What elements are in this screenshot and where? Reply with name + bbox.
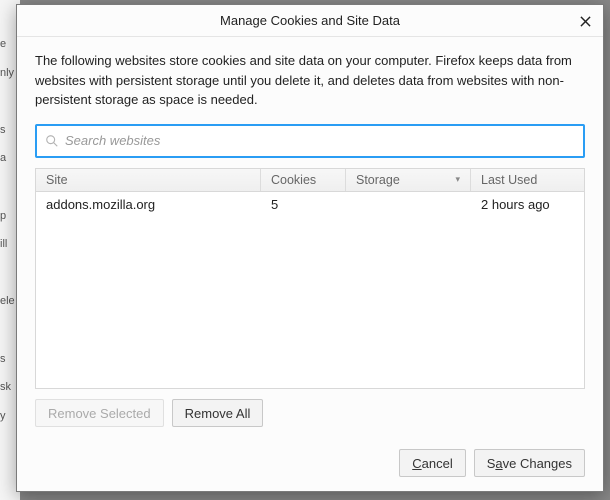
dialog-content: The following websites store cookies and… bbox=[17, 37, 603, 439]
remove-selected-button[interactable]: Remove Selected bbox=[35, 399, 164, 427]
button-label: Remove All bbox=[185, 406, 251, 421]
column-header-label: Site bbox=[46, 173, 68, 187]
close-icon bbox=[580, 16, 591, 27]
button-label: Remove Selected bbox=[48, 406, 151, 421]
manage-cookies-dialog: Manage Cookies and Site Data The followi… bbox=[16, 4, 604, 492]
column-header-site[interactable]: Site bbox=[36, 169, 261, 191]
table-header: Site Cookies Storage ▾ Last Used bbox=[35, 168, 585, 192]
cell-cookies: 5 bbox=[261, 197, 346, 212]
search-field[interactable] bbox=[35, 124, 585, 158]
column-header-label: Cookies bbox=[271, 173, 316, 187]
sort-indicator-icon: ▾ bbox=[455, 174, 460, 185]
dialog-description: The following websites store cookies and… bbox=[35, 51, 585, 110]
save-changes-button[interactable]: Save Changes bbox=[474, 449, 585, 477]
remove-all-button[interactable]: Remove All bbox=[172, 399, 264, 427]
search-icon bbox=[45, 134, 59, 148]
dialog-titlebar: Manage Cookies and Site Data bbox=[17, 5, 603, 37]
table-row[interactable]: addons.mozilla.org 5 2 hours ago bbox=[36, 192, 584, 218]
cell-last-used: 2 hours ago bbox=[471, 197, 584, 212]
cell-site: addons.mozilla.org bbox=[36, 197, 261, 212]
button-label: Save Changes bbox=[487, 456, 572, 471]
column-header-last-used[interactable]: Last Used bbox=[471, 169, 584, 191]
close-button[interactable] bbox=[573, 9, 597, 33]
column-header-cookies[interactable]: Cookies bbox=[261, 169, 346, 191]
search-input[interactable] bbox=[65, 133, 575, 148]
column-header-storage[interactable]: Storage ▾ bbox=[346, 169, 471, 191]
dialog-footer: Cancel Save Changes bbox=[17, 439, 603, 491]
dialog-title: Manage Cookies and Site Data bbox=[220, 13, 400, 28]
button-label: Cancel bbox=[412, 456, 452, 471]
column-header-label: Storage bbox=[356, 173, 400, 187]
column-header-label: Last Used bbox=[481, 173, 537, 187]
cancel-button[interactable]: Cancel bbox=[399, 449, 465, 477]
selection-actions: Remove Selected Remove All bbox=[35, 399, 585, 427]
table-body[interactable]: addons.mozilla.org 5 2 hours ago bbox=[35, 192, 585, 390]
